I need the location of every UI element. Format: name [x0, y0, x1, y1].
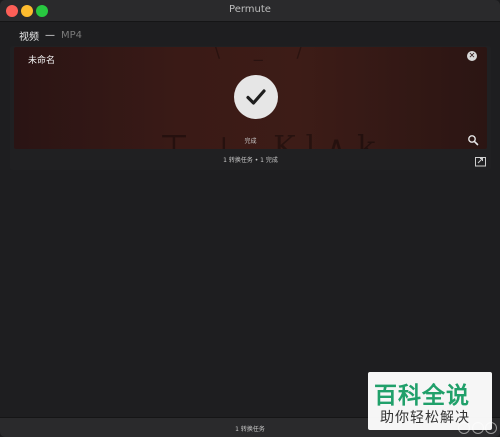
app-window: Permute 视频 — MP4 \ _ / 工 ∟ Kl∧k 未命名 ✕ 完成 [0, 0, 500, 437]
close-icon: ✕ [468, 51, 476, 60]
done-badge [234, 75, 278, 119]
watermark-logo: 百科全说 助你轻松解决 [368, 372, 492, 430]
title-bar: Permute [0, 0, 500, 22]
open-output-button[interactable] [475, 152, 487, 167]
window-title: Permute [229, 4, 271, 15]
file-name: 未命名 [28, 56, 56, 66]
reveal-in-finder-button[interactable] [467, 131, 479, 146]
video-thumbnail: \ _ / 工 ∟ Kl∧k 未命名 ✕ 完成 [14, 47, 487, 149]
conversion-job-card[interactable]: \ _ / 工 ∟ Kl∧k 未命名 ✕ 完成 1 转换任务 • 1 完成 [10, 46, 491, 170]
preset-category[interactable]: 视频 [19, 28, 39, 43]
open-folder-icon [475, 157, 486, 167]
remove-job-button[interactable]: ✕ [467, 51, 477, 61]
job-status-text: 完成 [244, 138, 257, 145]
preset-selector[interactable]: 视频 — MP4 [19, 28, 82, 43]
job-summary: 1 转换任务 • 1 完成 [223, 157, 278, 164]
preset-separator: — [45, 30, 55, 41]
watermark-title: 百科全说 [374, 383, 470, 409]
thumbnail-artwork-top: \ _ / [214, 47, 317, 62]
preset-format[interactable]: MP4 [61, 30, 82, 41]
checkmark-icon [246, 89, 266, 105]
search-icon [468, 135, 479, 146]
watermark-subtitle: 助你轻松解决 [380, 410, 470, 426]
